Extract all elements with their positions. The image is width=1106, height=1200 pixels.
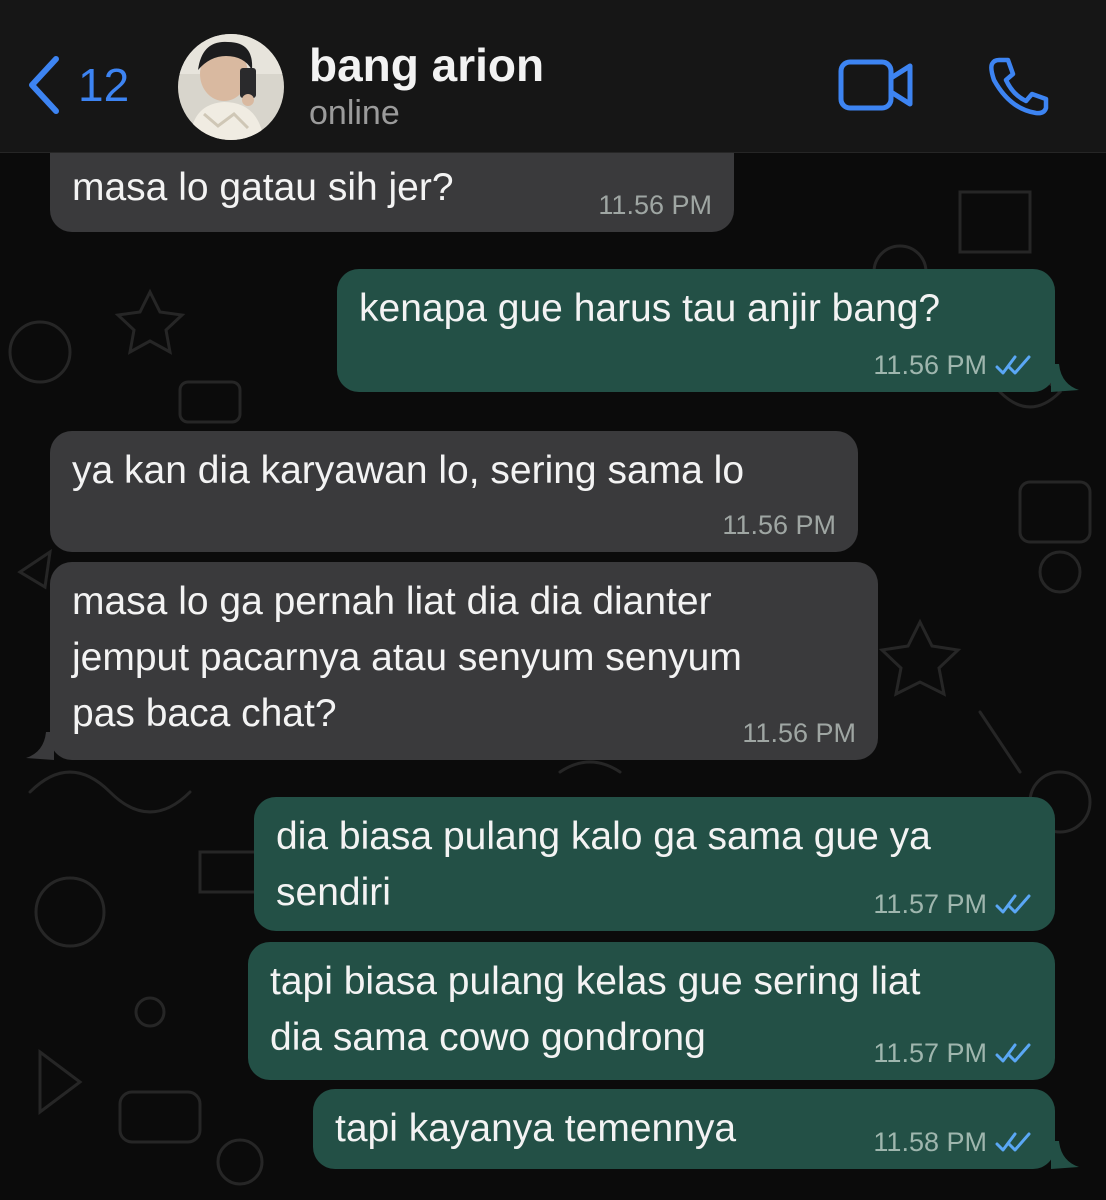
read-receipt-icon bbox=[995, 1043, 1031, 1063]
incoming-message[interactable]: masa lo gatau sih jer? 11.56 PM bbox=[50, 152, 734, 232]
outgoing-message[interactable]: tapi kayanya temennya 11.58 PM bbox=[313, 1089, 1055, 1169]
message-time: 11.56 PM bbox=[742, 718, 856, 748]
message-meta: 11.57 PM bbox=[873, 889, 1033, 919]
video-camera-icon bbox=[838, 59, 913, 111]
message-meta: 11.56 PM bbox=[598, 190, 712, 220]
outgoing-message[interactable]: dia biasa pulang kalo ga sama gue ya sen… bbox=[254, 797, 1055, 931]
read-receipt-icon bbox=[995, 1132, 1031, 1152]
bubble-tail bbox=[1051, 1141, 1079, 1169]
message-time: 11.58 PM bbox=[873, 1127, 987, 1157]
message-list[interactable]: masa lo gatau sih jer? 11.56 PM kenapa gue… bbox=[0, 152, 1106, 1200]
chat-header: 12 bang arion online bbox=[0, 0, 1106, 153]
message-text: tapi kayanya temennya bbox=[335, 1107, 737, 1150]
message-time: 11.56 PM bbox=[873, 350, 987, 380]
back-button[interactable]: 12 bbox=[24, 50, 144, 120]
chevron-left-icon bbox=[29, 56, 59, 114]
message-meta: 11.57 PM bbox=[873, 1038, 1033, 1068]
contact-name[interactable]: bang arion bbox=[309, 38, 544, 92]
incoming-message[interactable]: masa lo ga pernah liat dia dia dianter j… bbox=[50, 562, 878, 760]
message-text: ya kan dia karyawan lo, sering sama lo bbox=[72, 449, 745, 492]
contact-status: online bbox=[309, 94, 400, 132]
outgoing-message[interactable]: tapi biasa pulang kelas gue sering liat … bbox=[248, 942, 1055, 1080]
read-receipt-icon bbox=[995, 355, 1031, 375]
outgoing-message[interactable]: kenapa gue harus tau anjir bang? 11.56 PM bbox=[337, 269, 1055, 392]
message-time: 11.57 PM bbox=[873, 1038, 987, 1068]
message-meta: 11.56 PM bbox=[722, 510, 836, 540]
voice-call-button[interactable] bbox=[986, 56, 1050, 116]
message-meta: 11.56 PM bbox=[742, 718, 856, 748]
read-receipt-icon bbox=[995, 894, 1031, 914]
message-time: 11.56 PM bbox=[598, 190, 712, 220]
message-meta: 11.58 PM bbox=[873, 1127, 1033, 1157]
phone-icon bbox=[989, 57, 1049, 116]
message-time: 11.57 PM bbox=[873, 889, 987, 919]
message-meta: 11.56 PM bbox=[873, 350, 1033, 380]
bubble-tail bbox=[1051, 364, 1079, 392]
video-call-button[interactable] bbox=[838, 58, 914, 112]
message-text: tapi biasa pulang kelas gue sering liat … bbox=[270, 960, 921, 1059]
message-text: masa lo ga pernah liat dia dia dianter j… bbox=[72, 580, 742, 735]
message-text: dia biasa pulang kalo ga sama gue ya sen… bbox=[276, 815, 931, 914]
avatar[interactable] bbox=[178, 34, 284, 140]
message-text: kenapa gue harus tau anjir bang? bbox=[359, 287, 941, 330]
message-text: masa lo gatau sih jer? bbox=[72, 166, 454, 209]
incoming-message[interactable]: ya kan dia karyawan lo, sering sama lo 11… bbox=[50, 431, 858, 552]
unread-count: 12 bbox=[78, 59, 130, 111]
message-time: 11.56 PM bbox=[722, 510, 836, 540]
bubble-tail bbox=[26, 732, 54, 760]
